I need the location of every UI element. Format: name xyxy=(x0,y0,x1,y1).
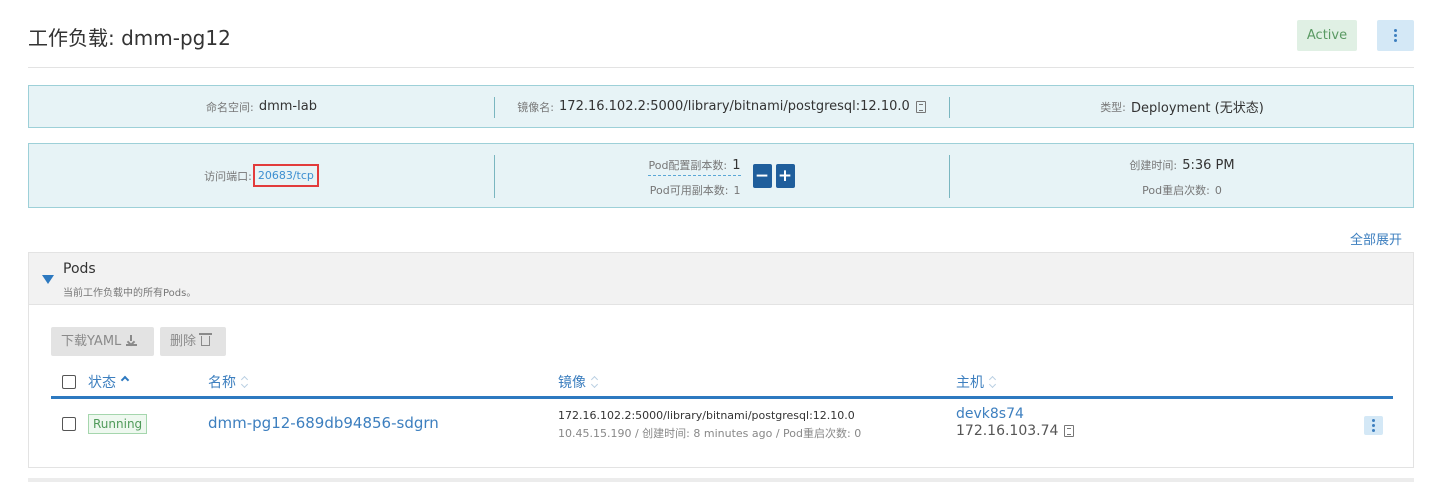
port-cell: 访问端口: 20683/tcp xyxy=(29,144,494,207)
scale-config-label: Pod配置副本数: xyxy=(648,158,728,172)
scale-cell: Pod配置副本数: 1 Pod可用副本数: 1 − + xyxy=(494,144,949,207)
page-header: 工作负载: dmm-pg12 Active xyxy=(28,0,1414,68)
column-state-label: 状态 xyxy=(88,375,116,391)
port-link[interactable]: 20683/tcp xyxy=(252,164,319,187)
namespace-cell: 命名空间: dmm-lab xyxy=(29,86,494,127)
port-wrap: 访问端口: 20683/tcp xyxy=(204,164,319,187)
workload-actions-button[interactable] xyxy=(1377,20,1414,51)
expand-all-link[interactable]: 全部展开 xyxy=(1350,229,1402,248)
type-cell: 类型: Deployment (无状态) xyxy=(949,86,1415,127)
column-header-name[interactable]: 名称 xyxy=(208,372,249,392)
scale-info: Pod配置副本数: 1 Pod可用副本数: 1 xyxy=(648,154,741,198)
table-row: Running dmm-pg12-689db94856-sdgrn 172.16… xyxy=(51,401,1393,451)
restarts-label: Pod重启次数: xyxy=(1142,183,1210,197)
select-all-checkbox[interactable] xyxy=(62,375,76,389)
sort-asc-icon xyxy=(121,376,129,388)
column-header-state[interactable]: 状态 xyxy=(88,372,129,392)
created-label: 创建时间: xyxy=(1129,158,1178,172)
workload-info-panel: 命名空间: dmm-lab 镜像名: 172.16.102.2:5000/lib… xyxy=(28,85,1414,128)
row-checkbox[interactable] xyxy=(62,417,76,431)
image-cell: 镜像名: 172.16.102.2:5000/library/bitnami/p… xyxy=(494,86,949,127)
kebab-icon xyxy=(1394,34,1397,37)
scale-down-button[interactable]: − xyxy=(752,163,772,188)
scale-available-value: 1 xyxy=(733,183,741,197)
running-badge: Running xyxy=(88,414,148,434)
column-header-image[interactable]: 镜像 xyxy=(558,372,599,392)
namespace-value: dmm-lab xyxy=(258,99,317,114)
created-value: 5:36 PM xyxy=(1182,157,1235,173)
restarts-value: 0 xyxy=(1214,183,1222,197)
page-title: 工作负载: dmm-pg12 xyxy=(28,26,231,50)
column-name-label: 名称 xyxy=(208,375,236,391)
image-label: 镜像名: xyxy=(517,100,554,114)
image-value: 172.16.102.2:5000/library/bitnami/postgr… xyxy=(559,99,910,114)
scale-config-value: 1 xyxy=(732,157,741,173)
type-value: Deployment (无状态) xyxy=(1131,101,1264,116)
bottom-divider xyxy=(28,478,1414,482)
replica-stepper: − + xyxy=(752,163,795,188)
pods-section-header[interactable]: Pods 当前工作负载中的所有Pods。 xyxy=(29,253,1413,305)
trash-icon xyxy=(199,333,213,346)
download-yaml-button[interactable]: 下载YAML xyxy=(51,327,154,356)
port-label: 访问端口: xyxy=(204,169,252,183)
pod-image: 172.16.102.2:5000/library/bitnami/postgr… xyxy=(558,409,855,422)
table-header: 状态 名称 镜像 主机 xyxy=(51,369,1393,399)
copy-icon[interactable] xyxy=(1064,425,1075,437)
host-ip-text: 172.16.103.74 xyxy=(956,423,1059,439)
scale-config: Pod配置副本数: 1 xyxy=(648,154,741,176)
type-label: 类型: xyxy=(1100,100,1126,114)
column-header-host[interactable]: 主机 xyxy=(956,372,997,392)
scale-available-label: Pod可用副本数: xyxy=(649,183,729,197)
pods-subtitle: 当前工作负载中的所有Pods。 xyxy=(63,288,197,299)
download-yaml-label: 下载YAML xyxy=(61,334,122,349)
delete-button[interactable]: 删除 xyxy=(160,327,226,356)
status-badge: Active xyxy=(1297,20,1357,51)
copy-icon[interactable] xyxy=(915,100,926,113)
scale-available: Pod可用副本数: 1 xyxy=(650,179,741,198)
download-icon xyxy=(126,335,138,346)
namespace-label: 命名空间: xyxy=(206,100,254,114)
kebab-icon xyxy=(1372,424,1375,427)
row-actions-button[interactable] xyxy=(1364,416,1383,435)
pod-detail: 10.45.15.190 / 创建时间: 8 minutes ago / Pod… xyxy=(558,427,862,440)
sort-icon xyxy=(241,376,249,388)
host-ip: 172.16.103.74 xyxy=(956,423,1075,439)
pods-title: Pods xyxy=(63,261,96,277)
pods-section: Pods 当前工作负载中的所有Pods。 下载YAML 删除 状态 名称 镜像 … xyxy=(28,252,1414,468)
caret-down-icon[interactable] xyxy=(42,275,54,284)
pod-name-link[interactable]: dmm-pg12-689db94856-sdgrn xyxy=(208,414,439,432)
created-cell: 创建时间: 5:36 PM Pod重启次数: 0 xyxy=(949,144,1415,207)
sort-icon xyxy=(989,376,997,388)
host-name-link[interactable]: devk8s74 xyxy=(956,406,1024,422)
delete-label: 删除 xyxy=(170,334,197,349)
scale-up-button[interactable]: + xyxy=(775,163,795,188)
workload-status-panel: 访问端口: 20683/tcp Pod配置副本数: 1 Pod可用副本数: 1 … xyxy=(28,143,1414,208)
sort-icon xyxy=(591,376,599,388)
restarts-row: Pod重启次数: 0 xyxy=(1142,179,1222,198)
column-image-label: 镜像 xyxy=(558,375,586,391)
column-host-label: 主机 xyxy=(956,375,984,391)
created-info: 创建时间: 5:36 PM Pod重启次数: 0 xyxy=(1129,154,1234,198)
created-row: 创建时间: 5:36 PM xyxy=(1129,154,1234,173)
